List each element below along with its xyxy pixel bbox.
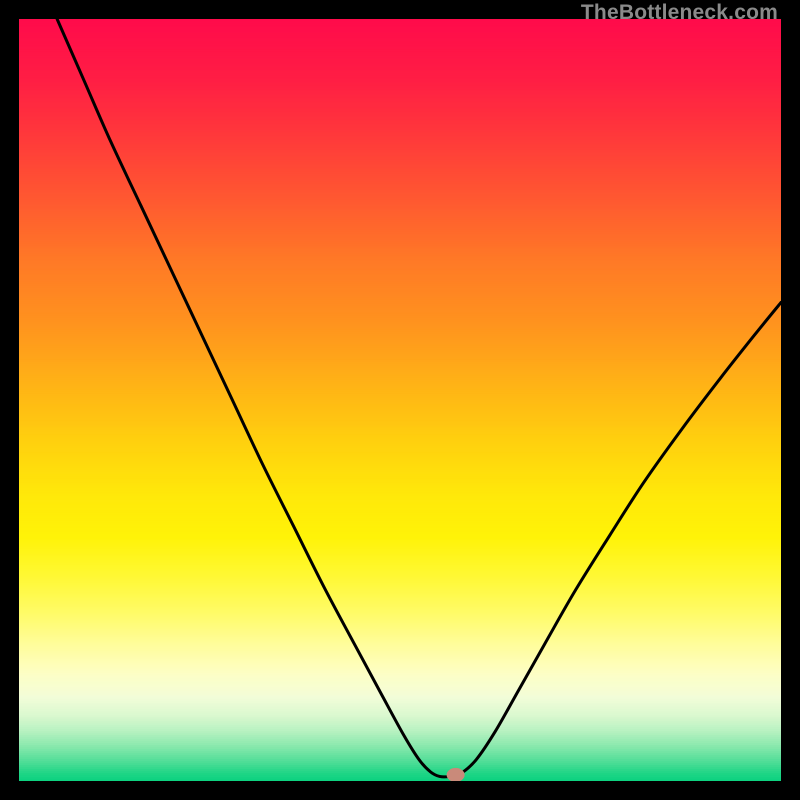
gradient-background bbox=[19, 19, 781, 781]
plot-area bbox=[19, 19, 781, 781]
watermark-text: TheBottleneck.com bbox=[581, 1, 778, 25]
chart-frame: TheBottleneck.com bbox=[0, 0, 800, 800]
